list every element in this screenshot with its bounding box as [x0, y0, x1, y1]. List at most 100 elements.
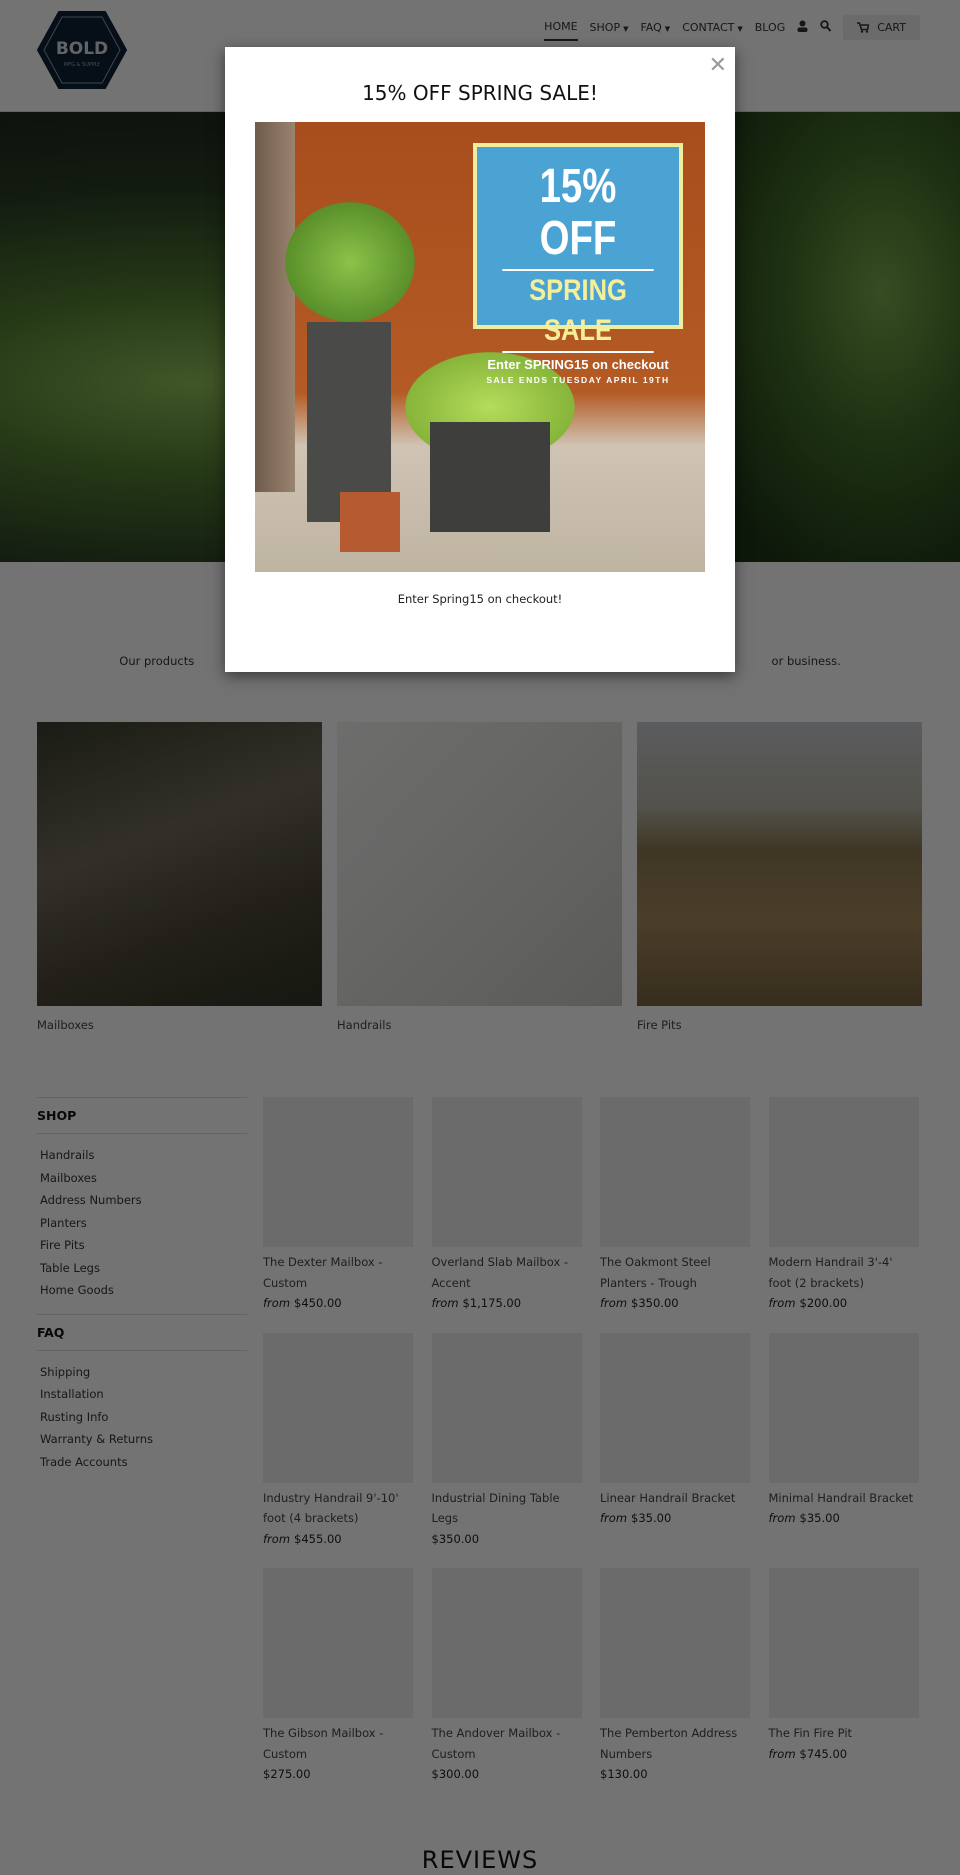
- price-value: $35.00: [799, 1511, 840, 1525]
- product-image[interactable]: [263, 1332, 413, 1483]
- sidebar-item[interactable]: Installation: [40, 1383, 244, 1406]
- promo-image: 15% OFF SPRING SALE Enter SPRING15 on ch…: [255, 122, 705, 572]
- product-card[interactable]: Modern Handrail 3'-4' foot (2 brackets) …: [768, 1097, 919, 1333]
- sidebar-item[interactable]: Warranty & Returns: [40, 1428, 244, 1451]
- product-title[interactable]: The Fin Fire Pit: [769, 1723, 919, 1744]
- product-price: from $745.00: [769, 1744, 919, 1765]
- nav-faq[interactable]: FAQ ▼: [640, 15, 670, 40]
- close-icon[interactable]: ✕: [709, 53, 727, 78]
- category-label[interactable]: Fire Pits: [637, 1018, 922, 1032]
- category-label[interactable]: Mailboxes: [37, 1018, 322, 1032]
- product-card[interactable]: Industrial Dining Table Legs $350.00: [431, 1332, 582, 1569]
- category-label[interactable]: Handrails: [337, 1018, 622, 1032]
- product-price: $130.00: [600, 1764, 750, 1785]
- product-title[interactable]: Industry Handrail 9'-10' foot (4 bracket…: [263, 1488, 413, 1529]
- product-card[interactable]: The Dexter Mailbox - Custom from $450.00: [263, 1097, 413, 1333]
- reviews-heading: REVIEWS: [421, 1846, 539, 1874]
- product-title[interactable]: The Dexter Mailbox - Custom: [263, 1252, 413, 1293]
- nav-contact[interactable]: CONTACT ▼: [682, 15, 743, 40]
- sidebar-item[interactable]: Address Numbers: [40, 1189, 244, 1212]
- sidebar: SHOP Handrails Mailboxes Address Numbers…: [37, 1097, 247, 1485]
- product-title[interactable]: Modern Handrail 3'-4' foot (2 brackets): [769, 1252, 919, 1293]
- product-price: $350.00: [432, 1529, 582, 1550]
- category-list: Mailboxes Handrails Fire Pits: [37, 722, 922, 1032]
- sidebar-item[interactable]: Fire Pits: [40, 1234, 244, 1257]
- product-image[interactable]: [263, 1568, 413, 1718]
- product-image[interactable]: [768, 1097, 919, 1247]
- product-price: from $350.00: [600, 1293, 750, 1314]
- square-planter: [430, 422, 550, 532]
- price-value: $275.00: [263, 1767, 311, 1781]
- sidebar-item[interactable]: Handrails: [40, 1144, 244, 1167]
- category-handrails[interactable]: Handrails: [337, 722, 622, 1032]
- product-price: $300.00: [432, 1764, 582, 1785]
- nav-home[interactable]: HOME: [544, 14, 578, 41]
- product-title[interactable]: The Gibson Mailbox - Custom: [263, 1723, 413, 1764]
- product-price: from $35.00: [769, 1508, 919, 1529]
- nav-contact-label: CONTACT: [682, 21, 735, 34]
- user-icon[interactable]: [797, 20, 808, 35]
- sidebar-item[interactable]: Shipping: [40, 1361, 244, 1384]
- nav-shop[interactable]: SHOP ▼: [590, 15, 629, 40]
- product-image[interactable]: [600, 1097, 750, 1247]
- product-card[interactable]: The Fin Fire Pit from $745.00: [768, 1568, 919, 1804]
- price-value: $35.00: [631, 1511, 672, 1525]
- product-card[interactable]: The Andover Mailbox - Custom $300.00: [431, 1568, 582, 1804]
- cart-icon: [857, 22, 870, 33]
- wood-fence: [255, 122, 295, 492]
- product-title[interactable]: The Pemberton Address Numbers: [600, 1723, 750, 1764]
- product-image[interactable]: [431, 1097, 582, 1247]
- product-card[interactable]: The Gibson Mailbox - Custom $275.00: [263, 1568, 413, 1804]
- category-mailboxes[interactable]: Mailboxes: [37, 722, 322, 1032]
- category-fire-pits[interactable]: Fire Pits: [637, 722, 922, 1032]
- product-card[interactable]: The Pemberton Address Numbers $130.00: [600, 1568, 750, 1804]
- product-image[interactable]: [431, 1332, 582, 1483]
- terracotta-pot: [340, 492, 400, 552]
- caret-down-icon: ▼: [664, 25, 671, 33]
- product-card[interactable]: Minimal Handrail Bracket from $35.00: [768, 1332, 919, 1569]
- product-image[interactable]: [768, 1332, 919, 1483]
- sidebar-item[interactable]: Rusting Info: [40, 1406, 244, 1429]
- product-title[interactable]: Linear Handrail Bracket: [600, 1488, 750, 1509]
- category-image[interactable]: [37, 722, 322, 1006]
- search-icon[interactable]: [820, 20, 832, 35]
- product-image[interactable]: [600, 1332, 750, 1483]
- logo[interactable]: BOLD MFG & SUPPLY: [36, 10, 128, 90]
- price-from: from: [768, 1296, 796, 1310]
- cart-button[interactable]: CART: [843, 15, 920, 40]
- sidebar-item[interactable]: Mailboxes: [40, 1167, 244, 1190]
- product-card[interactable]: Overland Slab Mailbox - Accent from $1,17…: [431, 1097, 582, 1333]
- product-card[interactable]: The Oakmont Steel Planters - Trough from…: [600, 1097, 750, 1333]
- product-title[interactable]: The Andover Mailbox - Custom: [432, 1723, 582, 1764]
- main-nav: HOME SHOP ▼ FAQ ▼ CONTACT ▼ BLOG CART: [544, 14, 920, 41]
- sidebar-item[interactable]: Home Goods: [40, 1279, 244, 1302]
- promo-headline: 15% OFF: [539, 160, 617, 265]
- product-grid: The Dexter Mailbox - Custom from $450.00 …: [263, 1097, 923, 1804]
- svg-text:MFG & SUPPLY: MFG & SUPPLY: [64, 62, 101, 68]
- product-price: from $200.00: [769, 1293, 919, 1314]
- product-title[interactable]: Overland Slab Mailbox - Accent: [432, 1252, 582, 1293]
- sidebar-item[interactable]: Trade Accounts: [40, 1451, 244, 1474]
- nav-shop-label: SHOP: [589, 21, 621, 34]
- product-price: $275.00: [263, 1764, 413, 1785]
- sidebar-item[interactable]: Planters: [40, 1212, 244, 1235]
- product-image[interactable]: [431, 1568, 582, 1718]
- category-image[interactable]: [337, 722, 622, 1006]
- product-title[interactable]: Industrial Dining Table Legs: [432, 1488, 582, 1529]
- sidebar-shop-list: Handrails Mailboxes Address Numbers Plan…: [37, 1134, 247, 1314]
- product-image[interactable]: [600, 1568, 750, 1718]
- product-image[interactable]: [768, 1568, 919, 1718]
- category-image[interactable]: [637, 722, 922, 1006]
- product-card[interactable]: Industry Handrail 9'-10' foot (4 bracket…: [263, 1332, 413, 1569]
- sidebar-item[interactable]: Table Legs: [40, 1257, 244, 1280]
- nav-blog[interactable]: BLOG: [755, 15, 785, 40]
- price-value: $1,175.00: [462, 1296, 522, 1310]
- product-card[interactable]: Linear Handrail Bracket from $35.00: [600, 1332, 750, 1569]
- product-image[interactable]: [263, 1097, 413, 1247]
- price-from: from: [600, 1296, 628, 1310]
- price-value: $200.00: [799, 1296, 848, 1310]
- promo-ends: SALE ENDS TUESDAY APRIL 19TH: [486, 375, 670, 385]
- cart-label: CART: [877, 21, 906, 34]
- product-title[interactable]: The Oakmont Steel Planters - Trough: [600, 1252, 750, 1293]
- product-title[interactable]: Minimal Handrail Bracket: [769, 1488, 919, 1509]
